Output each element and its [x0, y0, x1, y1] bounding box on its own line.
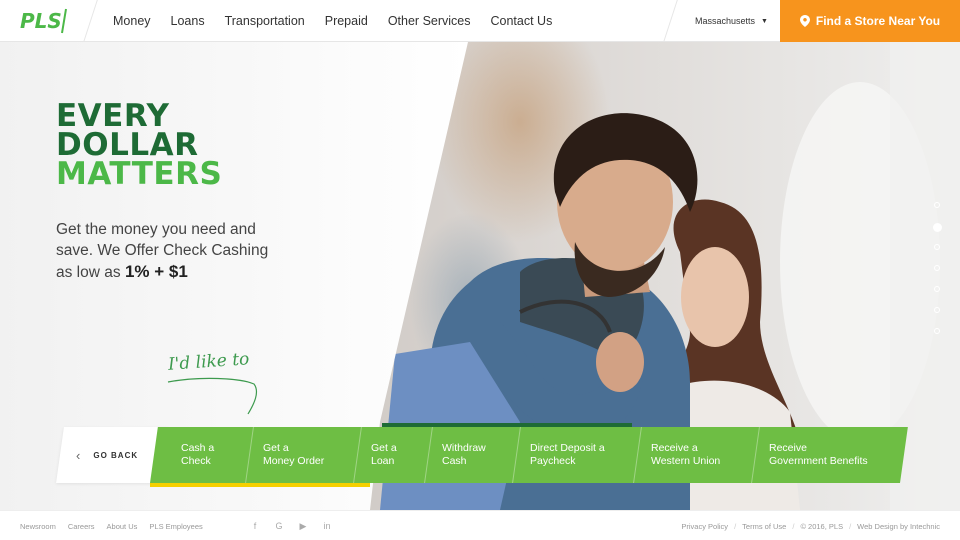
hero-headline: EVERY DOLLAR MATTERS [56, 101, 223, 192]
action-withdraw-cash[interactable]: Withdraw Cash [424, 427, 486, 483]
main-nav: Money Loans Transportation Prepaid Other… [113, 0, 572, 42]
google-plus-icon[interactable]: G [274, 521, 284, 531]
action-label-line1: Receive [769, 442, 807, 454]
action-label-line2: Cash [442, 455, 467, 467]
action-label-line1: Withdraw [442, 442, 486, 454]
action-label-line1: Get a [263, 442, 289, 454]
action-label-line1: Direct Deposit a [530, 442, 605, 454]
footer-copyright: © 2016, PLS [800, 521, 844, 531]
action-label-line2: Money Order [263, 455, 325, 467]
pls-logo-mark: PLS [20, 8, 67, 34]
social-links: f G ▶ in [250, 511, 346, 540]
action-label-line2: Western Union [651, 455, 721, 467]
nav-other-services[interactable]: Other Services [388, 14, 471, 28]
logo-divider [83, 0, 98, 42]
go-back-button[interactable]: ‹ GO BACK [76, 427, 138, 483]
action-underline [150, 483, 370, 487]
action-government-benefits[interactable]: Receive Government Benefits [751, 427, 868, 483]
nav-loans[interactable]: Loans [171, 14, 205, 28]
region-label: Massachusetts [695, 16, 756, 26]
region-divider [663, 0, 678, 42]
slide-indicator [932, 202, 942, 349]
slide-dot[interactable] [934, 328, 940, 334]
go-back-label: GO BACK [93, 450, 139, 460]
find-store-label: Find a Store Near You [815, 14, 941, 28]
slide-dot[interactable] [934, 307, 940, 313]
site-footer: Newsroom Careers About Us PLS Employees … [0, 510, 960, 540]
footer-credit[interactable]: Web Design by Intechnic [857, 522, 940, 531]
hero-subtext-rate: 1% + $1 [124, 262, 188, 281]
chevron-left-icon: ‹ [76, 447, 82, 463]
slide-dot[interactable] [934, 244, 940, 250]
hero-subtext: Get the money you need and save. We Offe… [56, 219, 286, 283]
action-money-order[interactable]: Get a Money Order [245, 427, 325, 483]
footer-terms[interactable]: Terms of Use [742, 522, 786, 531]
footer-links: Newsroom Careers About Us PLS Employees [20, 511, 215, 540]
action-western-union[interactable]: Receive a Western Union [633, 427, 721, 483]
footer-legal: Privacy Policy / Terms of Use / © 2016, … [675, 511, 940, 540]
footer-separator: / [792, 521, 795, 531]
slide-dot[interactable] [934, 286, 940, 292]
action-label-line2: Paycheck [530, 455, 576, 467]
slide-dot-active[interactable] [932, 223, 942, 232]
nav-contact-us[interactable]: Contact Us [491, 14, 553, 28]
region-selector[interactable]: Massachusetts ▼ [695, 0, 768, 42]
footer-separator: / [849, 521, 852, 531]
map-pin-icon [799, 15, 810, 27]
footer-link-employees[interactable]: PLS Employees [149, 522, 202, 531]
slide-dot[interactable] [934, 265, 940, 271]
action-cash-check[interactable]: Cash a Check [181, 427, 214, 483]
action-bar: Cash a Check Get a Money Order Get a Loan W… [150, 427, 908, 487]
action-label-line1: Get a [371, 442, 397, 454]
nav-prepaid[interactable]: Prepaid [325, 14, 368, 28]
footer-privacy[interactable]: Privacy Policy [681, 522, 728, 531]
footer-separator: / [734, 521, 737, 531]
find-store-button[interactable]: Find a Store Near You [780, 0, 960, 42]
action-label-line1: Receive a [651, 442, 698, 454]
footer-link-careers[interactable]: Careers [68, 522, 95, 531]
handwritten-arrow [167, 377, 258, 415]
action-direct-deposit[interactable]: Direct Deposit a Paycheck [512, 427, 605, 483]
caret-down-icon: ▼ [761, 17, 768, 25]
action-label-line2: Check [181, 455, 211, 467]
top-header: PLS Money Loans Transportation Prepaid O… [0, 0, 960, 42]
action-get-loan[interactable]: Get a Loan [353, 427, 397, 483]
action-label-line1: Cash a [181, 442, 215, 454]
action-label-line2: Loan [371, 455, 395, 467]
facebook-icon[interactable]: f [250, 521, 260, 531]
headline-line-3: MATTERS [56, 156, 223, 192]
linkedin-icon[interactable]: in [322, 521, 332, 531]
youtube-icon[interactable]: ▶ [298, 521, 308, 531]
slide-dot[interactable] [934, 202, 940, 208]
footer-link-newsroom[interactable]: Newsroom [20, 522, 56, 531]
nav-transportation[interactable]: Transportation [225, 14, 305, 28]
footer-link-about[interactable]: About Us [107, 522, 138, 531]
logo-text: PLS [20, 9, 62, 33]
pls-logo[interactable]: PLS [20, 8, 76, 34]
action-label-line2: Government Benefits [769, 455, 868, 467]
nav-money[interactable]: Money [113, 14, 151, 28]
